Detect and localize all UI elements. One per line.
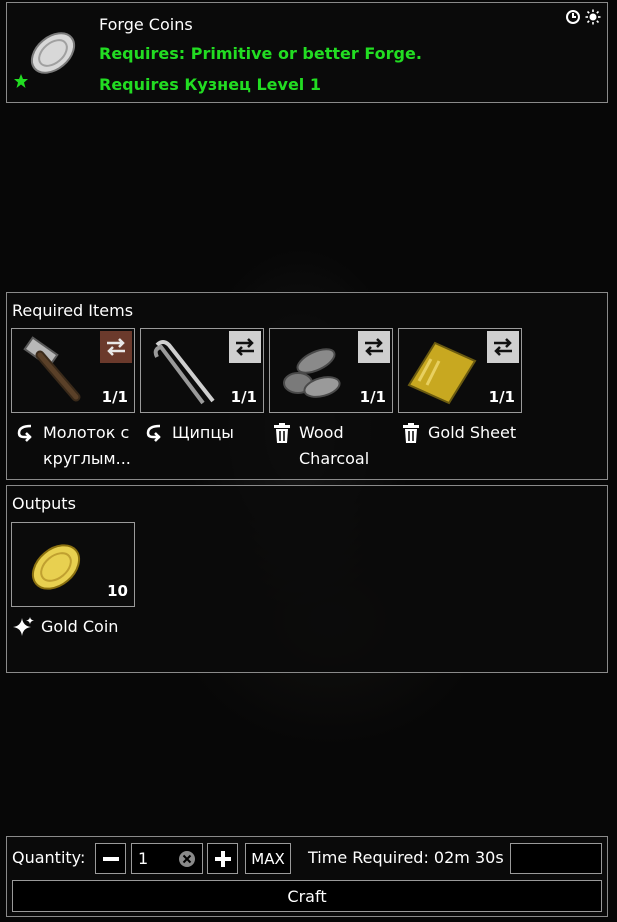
gold-sheet-icon — [407, 341, 477, 405]
tongs-icon — [153, 340, 215, 405]
plus-icon — [214, 850, 231, 867]
item-name: Wood Charcoal — [299, 423, 370, 468]
swap-button[interactable] — [487, 331, 519, 363]
recipe-header: Forge Coins Requires: Primitive or bette… — [6, 2, 608, 103]
required-item-label: Wood Charcoal — [271, 420, 399, 472]
minus-icon — [102, 856, 119, 861]
increase-quantity-button[interactable] — [207, 843, 238, 874]
silver-coin-icon — [30, 32, 76, 74]
item-quantity: 1/1 — [359, 388, 386, 406]
swap-button[interactable] — [358, 331, 390, 363]
star-icon[interactable] — [13, 73, 29, 89]
required-item-slot[interactable]: 1/1 — [398, 328, 522, 413]
required-items-title: Required Items — [12, 301, 134, 320]
gold-coin-icon — [31, 544, 81, 590]
sparkle-icon — [13, 617, 34, 636]
item-name: Молоток с круглым... — [43, 423, 131, 468]
item-name: Gold Sheet — [428, 423, 517, 442]
item-quantity: 1/1 — [230, 388, 257, 406]
sun-icon[interactable] — [585, 9, 601, 25]
skill-requirement: Requires Кузнец Level 1 — [99, 75, 321, 94]
required-item-label: Щипцы — [144, 420, 272, 446]
item-quantity: 1/1 — [101, 388, 128, 406]
swap-button[interactable] — [100, 331, 132, 363]
required-item-slot[interactable]: 1/1 — [140, 328, 264, 413]
decrease-quantity-button[interactable] — [95, 843, 126, 874]
trash-icon[interactable] — [271, 422, 293, 444]
swap-arrows-icon — [365, 338, 383, 356]
swap-arrows-icon — [236, 338, 254, 356]
recipe-title: Forge Coins — [99, 15, 193, 34]
time-required: Time Required: 02m 30s — [308, 848, 504, 867]
output-item-label: Gold Coin — [13, 614, 161, 640]
return-arrow-icon[interactable] — [15, 422, 37, 444]
required-item-label: Молоток с круглым... — [15, 420, 143, 472]
item-quantity: 10 — [107, 582, 128, 600]
charcoal-icon — [283, 348, 341, 398]
required-item-slot[interactable]: 1/1 — [269, 328, 393, 413]
outputs-panel: Outputs 10 Gold Coin — [6, 485, 608, 673]
clock-icon[interactable] — [565, 9, 581, 25]
craft-button[interactable]: Craft — [12, 880, 602, 912]
output-item-slot[interactable]: 10 — [11, 522, 135, 607]
required-items-panel: Required Items 1/1 1/1 1/1 1/1 Молоток с… — [6, 292, 608, 480]
swap-arrows-icon — [494, 338, 512, 356]
item-name: Щипцы — [172, 423, 234, 442]
return-arrow-icon[interactable] — [144, 422, 166, 444]
craft-controls: Quantity: MAX Time Required: 02m 30s Cra… — [6, 836, 608, 917]
trash-icon[interactable] — [400, 422, 422, 444]
station-requirement: Requires: Primitive or better Forge. — [99, 44, 422, 63]
swap-arrows-icon — [107, 338, 125, 356]
required-item-label: Gold Sheet — [400, 420, 528, 446]
required-item-slot[interactable]: 1/1 — [11, 328, 135, 413]
time-display-box — [510, 843, 602, 874]
swap-button[interactable] — [229, 331, 261, 363]
item-quantity: 1/1 — [488, 388, 515, 406]
max-quantity-button[interactable]: MAX — [245, 843, 291, 874]
quantity-label: Quantity: — [12, 848, 86, 867]
hammer-icon — [23, 336, 81, 402]
clear-icon[interactable] — [178, 850, 196, 868]
item-name: Gold Coin — [41, 617, 119, 636]
outputs-title: Outputs — [12, 494, 76, 513]
